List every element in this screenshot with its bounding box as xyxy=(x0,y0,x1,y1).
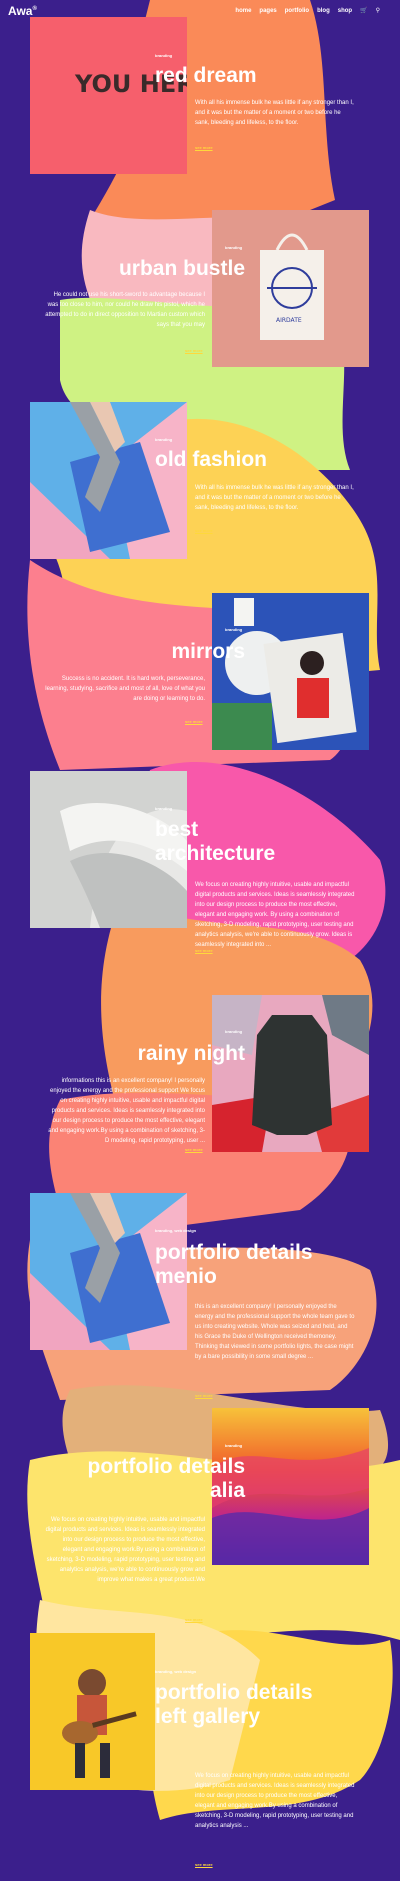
site-header: Awa® home pages portfolio blog shop 🛒 ⚲ xyxy=(0,0,400,22)
category-label: branding, web design xyxy=(155,1228,197,1233)
category-label: branding xyxy=(225,1029,243,1034)
handwriting-image: YOU HERE xyxy=(30,17,187,174)
category-label: branding, web design xyxy=(155,1669,197,1674)
category-label: branding xyxy=(155,53,173,58)
category-label: branding xyxy=(225,1443,243,1448)
category-label: branding xyxy=(155,806,173,811)
portfolio-image-left-gallery[interactable] xyxy=(30,1633,155,1790)
nav-shop[interactable]: shop xyxy=(338,8,352,14)
portfolio-title[interactable]: red dream xyxy=(155,64,257,88)
leg-photo xyxy=(30,402,187,559)
portfolio-title[interactable]: urban bustle xyxy=(90,257,245,281)
main-nav: home pages portfolio blog shop 🛒 ⚲ xyxy=(235,7,380,15)
search-icon[interactable]: ⚲ xyxy=(376,7,380,14)
logo[interactable]: Awa® xyxy=(8,4,37,18)
portfolio-image-rainy-night[interactable] xyxy=(212,995,369,1152)
portfolio-title[interactable]: best architecture xyxy=(155,818,305,866)
magazine-photo xyxy=(212,593,369,750)
see-more-link[interactable]: see more xyxy=(195,145,213,150)
portfolio-description: We focus on creating highly intuitive, u… xyxy=(195,882,355,948)
portfolio-title[interactable]: portfolio details alia xyxy=(75,1455,246,1503)
category-label: branding xyxy=(225,627,243,632)
portfolio-description: informations this is an excellent compan… xyxy=(48,1078,205,1144)
portfolio-image-mirrors[interactable] xyxy=(212,593,369,750)
see-more-link[interactable]: see more xyxy=(185,719,203,724)
portfolio-description: We focus on creating highly intuitive, u… xyxy=(45,1517,205,1583)
see-more-link[interactable]: see more xyxy=(185,1617,203,1622)
portfolio-title[interactable]: mirrors xyxy=(90,640,245,664)
see-more-link[interactable]: see more xyxy=(185,1147,203,1152)
see-more-link[interactable]: see more xyxy=(195,1393,213,1398)
nav-pages[interactable]: pages xyxy=(259,8,276,14)
portfolio-description: With all his immense bulk he was little … xyxy=(195,100,354,126)
portfolio-title[interactable]: portfolio details menio xyxy=(155,1241,325,1289)
category-label: branding xyxy=(155,437,173,442)
portfolio-description: We focus on creating highly intuitive, u… xyxy=(195,1773,355,1829)
portfolio-title[interactable]: old fashion xyxy=(155,448,267,472)
portfolio-description: He could not use his short-sword to adva… xyxy=(45,292,205,328)
guitar-player-photo xyxy=(30,1633,155,1790)
see-more-link[interactable]: see more xyxy=(195,948,213,953)
nav-home[interactable]: home xyxy=(235,8,251,14)
portfolio-image-red-dream[interactable]: YOU HERE xyxy=(30,17,187,174)
svg-text:AIRDATE: AIRDATE xyxy=(276,317,302,324)
portfolio-title[interactable]: portfolio details left gallery xyxy=(155,1681,315,1729)
portfolio-title[interactable]: rainy night xyxy=(90,1042,245,1066)
nav-portfolio[interactable]: portfolio xyxy=(285,8,309,14)
portfolio-description: With all his immense bulk he was little … xyxy=(195,485,354,511)
see-more-link[interactable]: see more xyxy=(185,348,203,353)
see-more-link[interactable]: see more xyxy=(195,1862,213,1867)
portfolio-image-old-fashion[interactable] xyxy=(30,402,187,559)
nav-blog[interactable]: blog xyxy=(317,8,330,14)
see-more-link[interactable]: see more xyxy=(195,528,213,533)
jacket-photo xyxy=(212,995,369,1152)
tote-bag-image: AIRDATE xyxy=(212,210,369,367)
portfolio-description: Success is no accident. It is hard work,… xyxy=(45,676,205,702)
category-label: branding xyxy=(225,245,243,250)
portfolio-description: this is an excellent company! I personal… xyxy=(195,1304,355,1360)
cart-icon[interactable]: 🛒 xyxy=(360,7,367,14)
portfolio-image-urban-bustle[interactable]: AIRDATE xyxy=(212,210,369,367)
